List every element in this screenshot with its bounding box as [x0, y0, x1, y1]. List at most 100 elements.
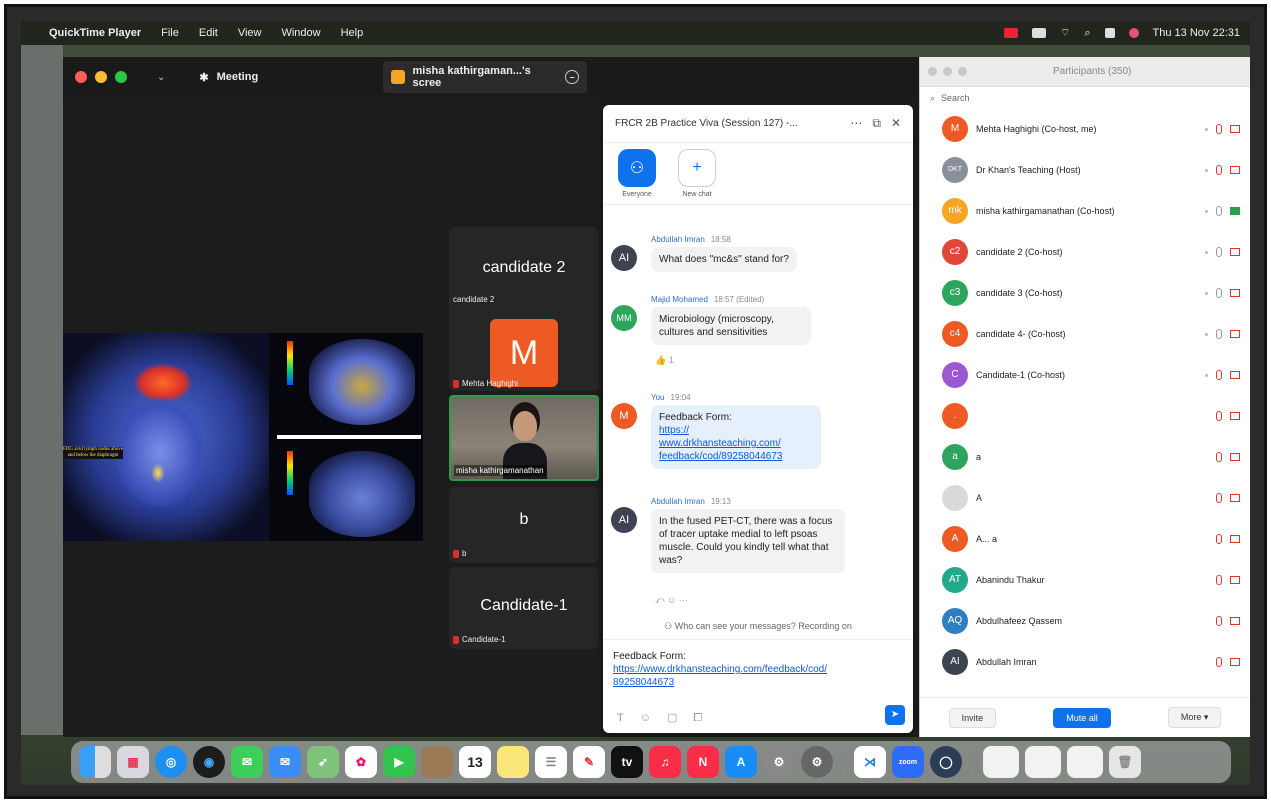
notes-app-icon[interactable] [421, 746, 453, 778]
menu-window[interactable]: Window [281, 27, 320, 39]
system-settings-icon[interactable]: ⚙ [763, 746, 795, 778]
participant-row[interactable]: A A... a [920, 519, 1250, 559]
camera-icon[interactable] [1230, 494, 1240, 502]
participant-row[interactable]: AT Abanindu Thakur [920, 560, 1250, 600]
screen-share-tab[interactable]: misha kathirgaman...'s scree – [383, 61, 587, 93]
participant-row[interactable]: c2 candidate 2 (Co-host) [920, 232, 1250, 272]
more-icon[interactable] [1205, 291, 1208, 295]
microphone-icon[interactable] [1216, 247, 1222, 257]
participant-search[interactable]: ⌕ Search [920, 87, 1250, 109]
minimize-window-button[interactable] [95, 71, 107, 83]
mail-icon[interactable]: ✉ [269, 746, 301, 778]
participant-row[interactable]: M Mehta Haghighi (Co-host, me) [920, 109, 1250, 149]
quicktime-icon[interactable]: ◯ [930, 746, 962, 778]
camera-icon[interactable] [1230, 289, 1240, 297]
pop-out-icon[interactable]: ⧉ [872, 116, 881, 131]
more-icon[interactable] [1205, 209, 1208, 213]
feedback-link[interactable]: feedback/cod/89258044673 [659, 450, 813, 463]
facetime-icon[interactable]: ▶ [383, 746, 415, 778]
close-window-button[interactable] [75, 71, 87, 83]
zoom-app-icon[interactable]: zoom [892, 746, 924, 778]
freeform-icon[interactable]: ✎ [573, 746, 605, 778]
microphone-icon[interactable] [1216, 452, 1222, 462]
photos-icon[interactable]: ✿ [345, 746, 377, 778]
search-input[interactable]: Search [941, 93, 970, 103]
participant-row[interactable]: DKT Dr Khan's Teaching (Host) [920, 150, 1250, 190]
microphone-icon[interactable] [1216, 165, 1222, 175]
safari-icon[interactable]: ◎ [155, 746, 187, 778]
more-icon[interactable] [1205, 332, 1208, 336]
mute-all-button[interactable]: Mute all [1053, 707, 1111, 728]
more-icon[interactable] [1205, 168, 1208, 172]
chevron-down-icon[interactable]: ⌄ [157, 72, 165, 83]
microphone-icon[interactable] [1216, 329, 1222, 339]
feedback-link[interactable]: www.drkhansteaching.com/ [659, 437, 813, 450]
microphone-icon[interactable] [1216, 657, 1222, 667]
zoom-status-icon[interactable] [1004, 28, 1019, 38]
minimized-window-icon[interactable] [983, 746, 1019, 778]
vscode-icon[interactable]: ⋊ [854, 746, 886, 778]
more-options-icon[interactable]: ⋯ [850, 116, 862, 131]
microphone-icon[interactable] [1216, 534, 1222, 544]
participant-row[interactable]: aa [920, 437, 1250, 477]
camera-icon[interactable] [1230, 617, 1240, 625]
microphone-icon[interactable] [1216, 616, 1222, 626]
camera-icon[interactable] [1230, 248, 1240, 256]
view-options-icon[interactable]: – [565, 70, 579, 84]
camera-icon[interactable] [1230, 535, 1240, 543]
app-icon[interactable]: ◉ [193, 746, 225, 778]
more-button[interactable]: More ▾ [1167, 707, 1222, 728]
participant-row[interactable]: . [920, 396, 1250, 436]
app-store-icon[interactable]: A [725, 746, 757, 778]
finder-icon[interactable] [79, 746, 111, 778]
minimized-window-icon[interactable] [1025, 746, 1061, 778]
spotlight-icon[interactable]: ⌕ [1084, 27, 1090, 40]
close-window-button[interactable] [928, 67, 937, 76]
settings-icon[interactable]: ⚙ [801, 746, 833, 778]
chat-compose-input[interactable]: Feedback Form: https://www.drkhansteachi… [603, 639, 913, 733]
participant-row[interactable]: AI Abdullah Imran [920, 642, 1250, 682]
meeting-tab[interactable]: ✱ Meeting [199, 71, 258, 84]
news-icon[interactable]: N [687, 746, 719, 778]
menu-edit[interactable]: Edit [199, 27, 218, 39]
music-icon[interactable]: ♫ [649, 746, 681, 778]
reminders-icon[interactable]: ☰ [535, 746, 567, 778]
camera-icon[interactable] [1230, 453, 1240, 461]
emoji-icon[interactable]: ☺ [640, 712, 651, 725]
minimized-window-icon[interactable] [1067, 746, 1103, 778]
more-icon[interactable] [1205, 250, 1208, 254]
zoom-window-button[interactable] [115, 71, 127, 83]
feedback-link[interactable]: https:// [659, 424, 813, 437]
trash-icon[interactable]: 🗑 [1109, 746, 1141, 778]
video-tile-misha[interactable]: misha kathirgamanathan [449, 395, 599, 481]
apple-tv-icon[interactable]: tv [611, 746, 643, 778]
microphone-icon[interactable] [1216, 411, 1222, 421]
microphone-icon[interactable] [1216, 206, 1222, 216]
maps-icon[interactable]: ➶ [307, 746, 339, 778]
notes-icon[interactable] [497, 746, 529, 778]
chat-messages[interactable]: AI Abdullah Imran 18:58 What does "mc&s" … [603, 205, 913, 615]
control-center-icon[interactable] [1104, 28, 1115, 38]
wifi-icon[interactable]: ⌔ [1060, 26, 1070, 40]
messages-icon[interactable]: ✉ [231, 746, 263, 778]
calendar-icon[interactable]: 13 [459, 746, 491, 778]
menu-view[interactable]: View [238, 27, 262, 39]
tab-new-chat[interactable]: + New chat [675, 149, 719, 198]
camera-icon[interactable] [1230, 658, 1240, 666]
more-icon[interactable] [1205, 373, 1208, 377]
siri-icon[interactable] [1128, 28, 1139, 38]
camera-icon[interactable] [1230, 371, 1240, 379]
participant-row[interactable]: AQ Abdulhafeez Qassem [920, 601, 1250, 641]
participant-row[interactable]: mk misha kathirgamanathan (Co-host) [920, 191, 1250, 231]
microphone-icon[interactable] [1216, 288, 1222, 298]
file-icon[interactable]: ▢ [667, 712, 677, 725]
invite-button[interactable]: Invite [948, 707, 997, 728]
recording-note[interactable]: ⚇ Who can see your messages? Recording o… [603, 621, 913, 632]
shared-screen[interactable]: FDG avid lymph nodes above and below the… [63, 333, 423, 541]
menu-file[interactable]: File [161, 27, 179, 39]
participant-row[interactable]: c4 candidate 4- (Co-host) [920, 314, 1250, 354]
menu-clock[interactable]: Thu 13 Nov 22:31 [1153, 27, 1240, 39]
minimize-window-button[interactable] [943, 67, 952, 76]
participant-row[interactable]: c3 candidate 3 (Co-host) [920, 273, 1250, 313]
camera-icon[interactable] [1230, 166, 1240, 174]
